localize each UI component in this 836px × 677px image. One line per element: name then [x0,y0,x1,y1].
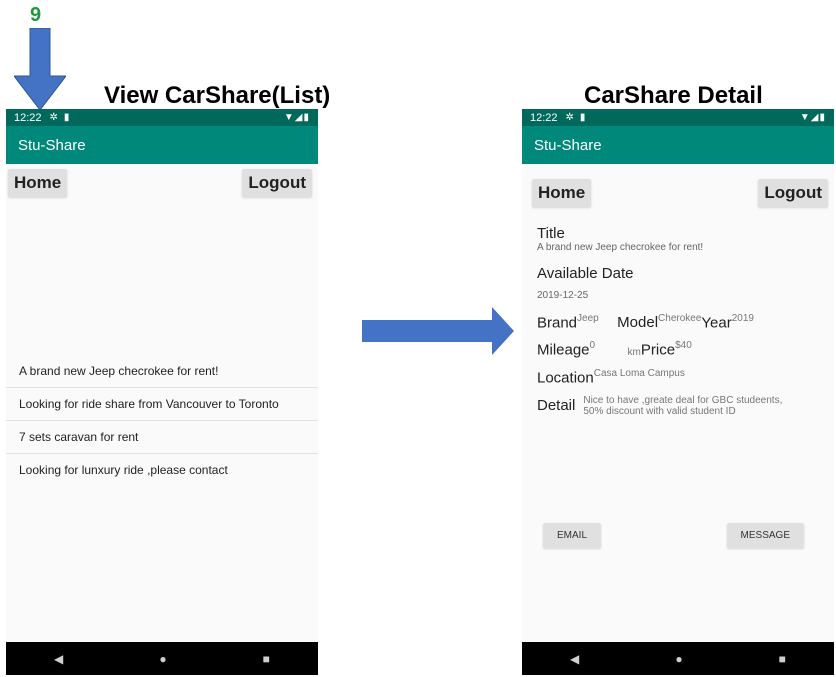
detail-value: Nice to have ,greate deal for GBC studee… [583,394,783,417]
list-item[interactable]: Looking for ride share from Vancouver to… [6,388,318,421]
home-button[interactable]: Home [8,169,68,197]
location-value: Casa Loma Campus [593,367,685,379]
detail-content: Title A brand new Jeep checrokee for ren… [537,225,826,417]
sd-card-icon: ▮ [579,112,586,123]
carshare-list: A brand new Jeep checrokee for rent! Loo… [6,355,318,487]
brand-model-year-row: BrandJeep ModelCherokeeYear2019 [537,313,826,332]
detail-label: Detail [537,397,576,415]
status-bar: 12:22 ✲ ▮ ▼◢▮ [522,109,834,126]
caption-detail-screen: CarShare Detail [584,82,763,109]
list-item[interactable]: 7 sets caravan for rent [6,421,318,454]
price-value: $40 [675,340,692,352]
list-item[interactable]: A brand new Jeep checrokee for rent! [6,355,318,388]
model-value: Cherokee [658,313,702,324]
app-bar: Stu-Share [6,126,318,164]
back-icon[interactable]: ◀ [570,652,579,666]
phone-list-screen: 12:22 ✲ ▮ ▼◢▮ Stu-Share Home Logout A br… [6,109,318,675]
status-time: 12:22 [14,111,42,124]
right-arrow-icon [362,307,514,355]
recents-icon[interactable]: ■ [779,652,786,666]
location-label: Location [537,368,594,386]
phone-detail-screen: 12:22 ✲ ▮ ▼◢▮ Stu-Share Home Logout Titl… [522,109,834,675]
logout-button[interactable]: Logout [242,169,312,197]
home-circle-icon[interactable]: ● [675,652,682,666]
mileage-value: 0 [589,340,596,352]
list-item[interactable]: Looking for lunxury ride ,please contact [6,454,318,487]
status-bar: 12:22 ✲ ▮ ▼◢▮ [6,109,318,126]
available-date-label: Available Date [537,265,634,282]
back-icon[interactable]: ◀ [54,652,63,666]
mileage-unit: km [627,346,641,358]
title-value: A brand new Jeep checrokee for rent! [537,242,704,253]
nav-bar: ◀ ● ■ [6,642,318,675]
recents-icon[interactable]: ■ [263,652,270,666]
brand-label: Brand [537,314,578,332]
step-number: 9 [30,4,42,26]
down-arrow-icon [14,28,66,110]
nav-bar: ◀ ● ■ [522,642,834,675]
mileage-price-row: Mileage0 kmPrice$40 [537,340,826,359]
button-row: Home Logout [522,175,834,207]
status-time: 12:22 [530,111,558,124]
location-row: LocationCasa Loma Campus [537,368,826,387]
home-circle-icon[interactable]: ● [159,652,166,666]
year-value: 2019 [731,313,754,324]
mileage-label: Mileage [537,341,590,359]
wifi-signal-battery-icon: ▼◢▮ [799,112,826,123]
button-row-wrap: Home Logout [522,175,834,207]
brand-value: Jeep [577,313,599,324]
title-label: Title [537,225,565,242]
caption-list-screen: View CarShare(List) [104,82,331,109]
year-label: Year [701,314,732,332]
button-row: Home Logout [6,164,318,197]
sd-card-icon: ▮ [63,112,70,123]
app-title: Stu-Share [18,136,86,154]
logout-button[interactable]: Logout [758,179,828,207]
wifi-signal-battery-icon: ▼◢▮ [283,112,310,123]
app-bar: Stu-Share [522,126,834,164]
detail-row: Detail Nice to have ,greate deal for GBC… [537,395,826,417]
available-date-value: 2019-12-25 [537,290,589,301]
home-button[interactable]: Home [532,179,592,207]
model-label: Model [617,314,659,332]
settings-icon: ✲ [565,112,574,123]
message-button[interactable]: MESSAGE [726,523,804,548]
settings-icon: ✲ [49,112,58,123]
price-label: Price [640,341,676,359]
email-button[interactable]: EMAIL [543,523,602,548]
app-title: Stu-Share [534,136,602,154]
